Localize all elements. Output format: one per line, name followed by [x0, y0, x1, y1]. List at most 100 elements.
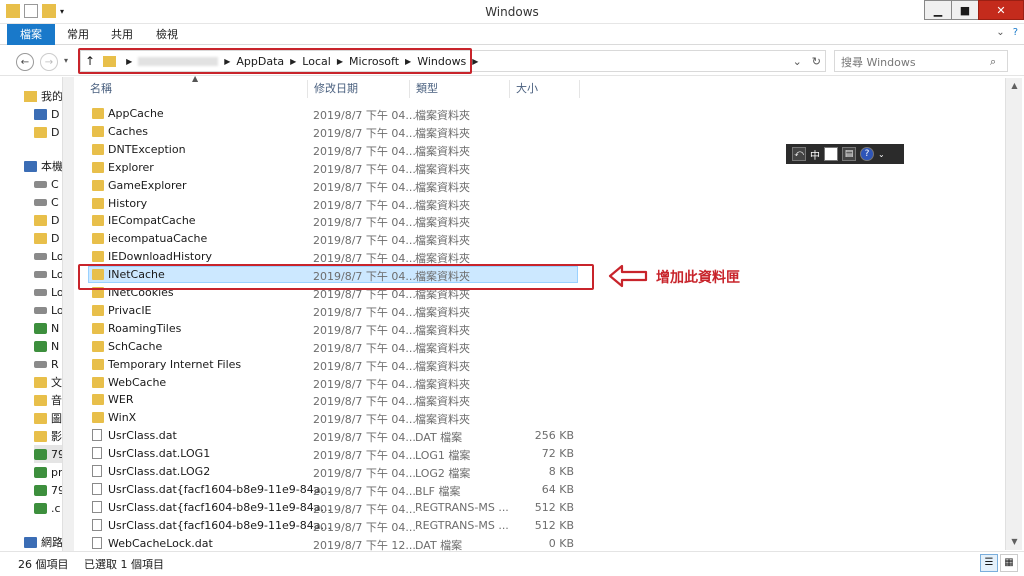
nav-item[interactable]: 圖 — [34, 409, 62, 427]
nav-item[interactable]: pr — [34, 463, 63, 481]
column-type[interactable]: 類型 — [410, 80, 510, 98]
file-name: Temporary Internet Files — [108, 357, 242, 371]
table-row[interactable]: UsrClass.dat 2019/8/7 下午 04... DAT 檔案 256 K… — [84, 427, 984, 445]
refresh-icon[interactable]: ↻ — [812, 55, 821, 68]
table-row[interactable]: SchCache 2019/8/7 下午 04... 檔案資料夾 — [84, 338, 984, 356]
recent-locations-icon[interactable]: ▾ — [64, 56, 68, 65]
network-drive-icon — [34, 340, 47, 352]
ime-switch-icon[interactable]: ⤺ — [792, 147, 806, 161]
file-name: UsrClass.dat.LOG1 — [108, 447, 211, 461]
nav-item[interactable]: D — [34, 211, 59, 229]
nav-item[interactable]: D — [34, 123, 59, 141]
selected-count: 已選取 1 個項目 — [84, 558, 164, 571]
address-dropdown-icon[interactable]: ⌄ — [793, 55, 802, 68]
file-size: 512 KB — [534, 500, 574, 514]
file-type: REGTRANS-MS ... — [415, 500, 509, 514]
ime-toolbar: ⤺ 中 ▤ ? ⌄ — [786, 144, 904, 164]
tab-file[interactable]: 檔案 — [7, 24, 55, 45]
file-size: 64 KB — [541, 482, 574, 496]
file-date: 2019/8/7 下午 04... — [313, 413, 416, 427]
folder-icon — [34, 214, 47, 226]
music-icon — [34, 394, 47, 406]
scroll-down-icon[interactable]: ▼ — [1006, 534, 1023, 550]
nav-item[interactable]: Lo — [34, 265, 64, 283]
ime-options-icon[interactable]: ⌄ — [878, 150, 885, 159]
file-list-scrollbar[interactable]: ▲ ▼ — [1005, 78, 1022, 550]
details-view-icon[interactable]: ☰ — [980, 554, 998, 572]
ime-help-icon[interactable]: ? — [860, 147, 874, 161]
table-row[interactable]: WebCacheLock.dat 2019/8/7 下午 12... DAT 檔案 0… — [84, 535, 984, 553]
nav-item[interactable]: 文 — [34, 373, 62, 391]
file-size: 72 KB — [541, 447, 574, 461]
nav-item[interactable]: D — [34, 229, 59, 247]
table-row[interactable]: WebCache 2019/8/7 下午 04... 檔案資料夾 — [84, 374, 984, 392]
file-type: 檔案資料夾 — [415, 323, 470, 337]
nav-item[interactable]: Lo — [34, 301, 64, 319]
file-type: 檔案資料夾 — [415, 144, 470, 158]
search-input[interactable]: 搜尋 Windows — [834, 50, 1008, 72]
nav-this-pc[interactable]: 本機 — [24, 157, 63, 175]
table-row[interactable]: UsrClass.dat{facf1604-b8e9-11e9-84a... 20… — [84, 481, 984, 499]
file-type: 檔案資料夾 — [415, 413, 470, 427]
crumb-separator-icon[interactable]: ▶ — [472, 57, 478, 66]
nav-favorites[interactable]: 我的 — [24, 87, 63, 105]
table-row[interactable]: PrivacIE 2019/8/7 下午 04... 檔案資料夾 — [84, 302, 984, 320]
search-icon[interactable]: ⌕ — [990, 55, 1018, 69]
column-date[interactable]: 修改日期 — [308, 80, 410, 98]
nav-network[interactable]: 網路 — [24, 533, 63, 551]
minimize-button[interactable]: ▁ — [924, 0, 952, 20]
navpane-scrollbar[interactable] — [62, 77, 74, 551]
nav-item[interactable]: 影 — [34, 427, 62, 445]
file-date: 2019/8/7 下午 04... — [313, 234, 416, 248]
nav-item[interactable]: Lo — [34, 247, 64, 265]
nav-item[interactable]: Lo — [34, 283, 64, 301]
file-date: 2019/8/7 下午 04... — [313, 180, 416, 194]
table-row[interactable]: UsrClass.dat.LOG2 2019/8/7 下午 04... LOG2 檔… — [84, 463, 984, 481]
table-row[interactable]: RoamingTiles 2019/8/7 下午 04... 檔案資料夾 — [84, 320, 984, 338]
pictures-icon — [34, 412, 47, 424]
file-type: REGTRANS-MS ... — [415, 518, 509, 532]
ime-keyboard-icon[interactable]: ▤ — [842, 147, 856, 161]
table-row[interactable]: iecompatuaCache 2019/8/7 下午 04... 檔案資料夾 — [84, 230, 984, 248]
forward-button[interactable]: → — [40, 53, 58, 71]
tab-view[interactable]: 檢視 — [149, 24, 185, 45]
folder-icon — [92, 197, 104, 209]
table-row[interactable]: UsrClass.dat.LOG1 2019/8/7 下午 04... LOG1 檔… — [84, 445, 984, 463]
nav-item[interactable]: R — [34, 355, 59, 373]
column-size[interactable]: 大小 — [510, 80, 580, 98]
ime-mode[interactable]: 中 — [810, 147, 820, 162]
file-icon — [92, 447, 102, 460]
table-row[interactable]: Temporary Internet Files 2019/8/7 下午 04..… — [84, 356, 984, 374]
table-row[interactable]: UsrClass.dat{facf1604-b8e9-11e9-84a... 20… — [84, 517, 984, 535]
nav-item[interactable]: D — [34, 105, 59, 123]
tab-share[interactable]: 共用 — [104, 24, 140, 45]
table-row[interactable]: WinX 2019/8/7 下午 04... 檔案資料夾 — [84, 409, 984, 427]
ribbon-expand-icon[interactable]: ⌄ — [996, 27, 1004, 38]
ime-halfwidth-icon[interactable] — [824, 147, 838, 161]
close-button[interactable]: ✕ — [978, 0, 1024, 20]
scroll-up-icon[interactable]: ▲ — [1006, 78, 1023, 94]
title-bar: ▾ Windows ▁ ■ ✕ — [0, 0, 1024, 24]
column-name[interactable]: 名稱 — [84, 80, 308, 98]
nav-item[interactable]: .c — [34, 499, 61, 517]
nav-item[interactable]: N — [34, 337, 59, 355]
nav-item[interactable]: C — [34, 193, 59, 211]
help-icon[interactable]: ? — [1013, 27, 1018, 38]
table-row[interactable]: UsrClass.dat{facf1604-b8e9-11e9-84a... 20… — [84, 499, 984, 517]
table-row[interactable]: GameExplorer 2019/8/7 下午 04... 檔案資料夾 — [84, 177, 984, 195]
table-row[interactable]: Caches 2019/8/7 下午 04... 檔案資料夾 — [84, 123, 984, 141]
large-icons-view-icon[interactable]: ▦ — [1000, 554, 1018, 572]
table-row[interactable]: AppCache 2019/8/7 下午 04... 檔案資料夾 — [84, 105, 984, 123]
file-size: 512 KB — [534, 518, 574, 532]
nav-item[interactable]: C — [34, 175, 59, 193]
table-row[interactable]: WER 2019/8/7 下午 04... 檔案資料夾 — [84, 391, 984, 409]
maximize-button[interactable]: ■ — [951, 0, 979, 20]
tab-home[interactable]: 常用 — [60, 24, 96, 45]
nav-item[interactable]: 音 — [34, 391, 62, 409]
table-row[interactable]: IECompatCache 2019/8/7 下午 04... 檔案資料夾 — [84, 212, 984, 230]
nav-item[interactable]: N — [34, 319, 59, 337]
table-row[interactable]: History 2019/8/7 下午 04... 檔案資料夾 — [84, 195, 984, 213]
address-actions: ⌄ ↻ — [793, 55, 821, 68]
back-button[interactable]: ← — [16, 53, 34, 71]
nav-item[interactable]: 79 — [34, 481, 65, 499]
